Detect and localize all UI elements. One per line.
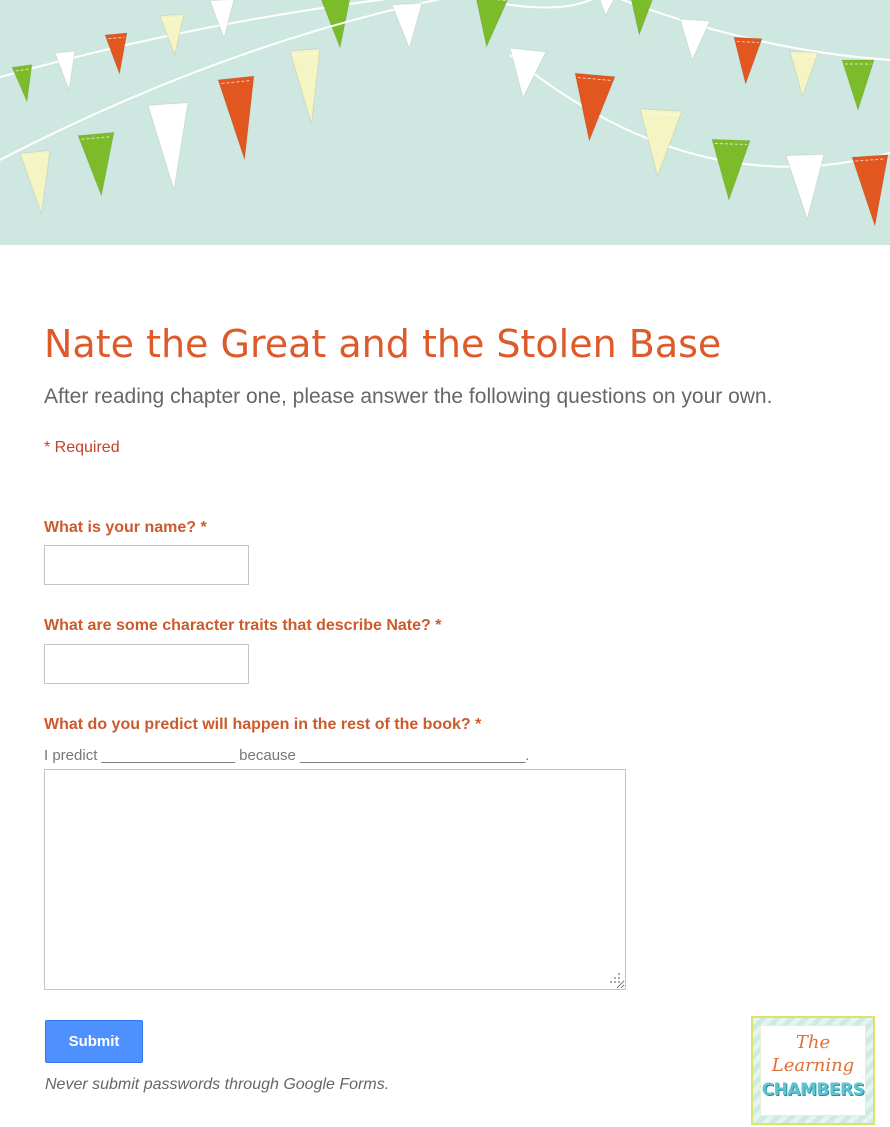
- bunting-flag: [639, 108, 683, 178]
- form-description: After reading chapter one, please answer…: [44, 385, 773, 408]
- bunting-flag: [159, 13, 185, 57]
- logo-frame: The Learning CHAMBERS: [760, 1025, 866, 1116]
- required-note: * Required: [44, 439, 120, 456]
- resize-grip-icon[interactable]: [606, 971, 622, 987]
- logo-line-3: CHAMBERS: [761, 1080, 865, 1100]
- bunting-flag: [711, 138, 751, 202]
- bunting-flag: [77, 131, 115, 198]
- learning-chambers-logo: The Learning CHAMBERS: [751, 1016, 875, 1125]
- name-input[interactable]: [44, 545, 249, 585]
- bunting-flag: [11, 64, 33, 104]
- bunting-flag: [391, 2, 423, 50]
- bunting-decoration: [0, 0, 890, 226]
- question-traits-label: What are some character traits that desc…: [44, 617, 442, 634]
- bunting-flag: [789, 50, 819, 98]
- prediction-help-text: I predict ________________ because _____…: [44, 747, 530, 764]
- prediction-textarea[interactable]: [44, 769, 626, 990]
- bunting-flag: [217, 75, 255, 160]
- question-prediction-label: What do you predict will happen in the r…: [44, 716, 482, 733]
- bunting-flag: [597, 0, 617, 17]
- bunting-flag: [629, 0, 655, 37]
- bunting-flag: [19, 149, 51, 214]
- bunting-flag: [289, 48, 321, 124]
- bunting-flag: [851, 154, 889, 226]
- bunting-string: [509, 54, 890, 168]
- bunting-flag: [841, 59, 875, 112]
- form-body: Nate the Great and the Stolen Base After…: [0, 245, 890, 1127]
- bunting-flag: [679, 18, 711, 62]
- header-banner: [0, 0, 890, 245]
- password-warning: Never submit passwords through Google Fo…: [45, 1076, 390, 1093]
- bunting-flag: [209, 0, 235, 40]
- logo-line-2: Learning: [771, 1055, 855, 1076]
- question-name-label: What is your name? *: [44, 519, 207, 536]
- submit-button[interactable]: Submit: [45, 1020, 143, 1063]
- bunting-flag: [147, 102, 189, 190]
- traits-input[interactable]: [44, 644, 249, 684]
- bunting-flag: [785, 153, 825, 221]
- bunting-flag: [474, 0, 510, 49]
- bunting-flag: [104, 32, 128, 76]
- bunting-flag: [733, 36, 763, 86]
- bunting-flag: [574, 72, 616, 143]
- form-title: Nate the Great and the Stolen Base: [44, 322, 722, 366]
- logo-line-1: The: [795, 1032, 831, 1053]
